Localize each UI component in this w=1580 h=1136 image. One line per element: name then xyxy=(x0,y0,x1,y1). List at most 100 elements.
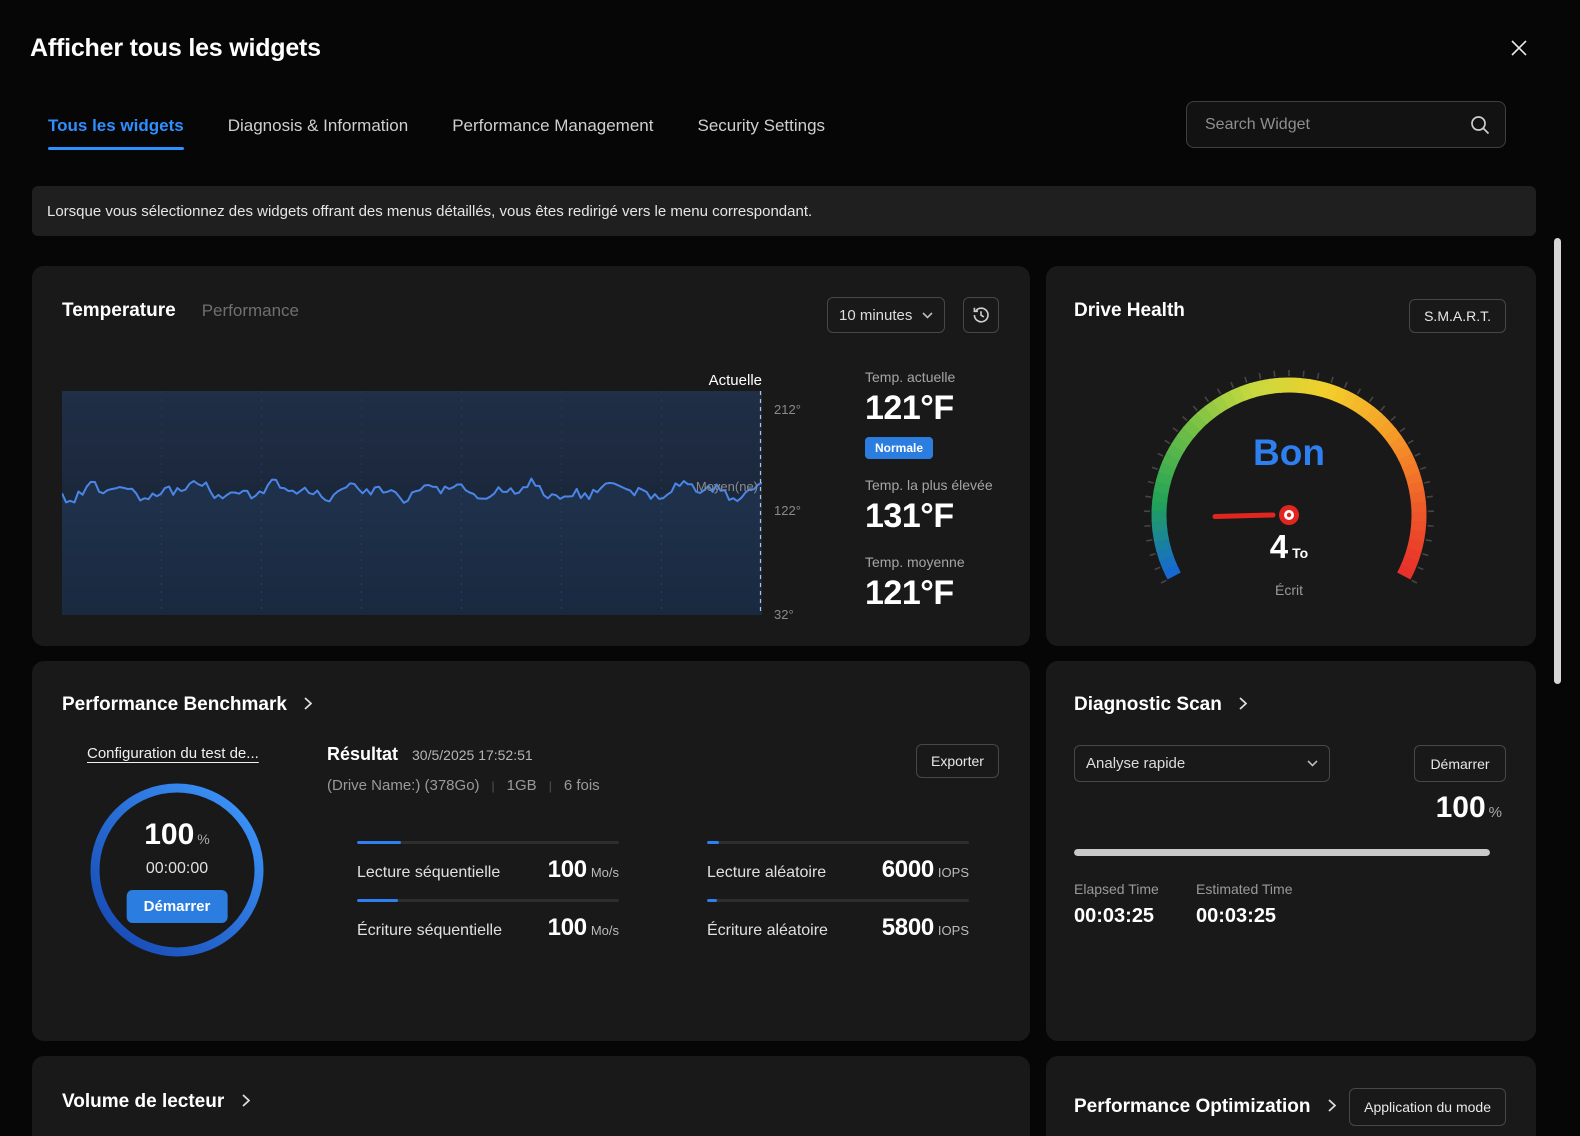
temperature-chart: Moyen(ne) xyxy=(62,391,762,615)
benchmark-start-button[interactable]: Démarrer xyxy=(127,890,228,923)
status-badge: Normale xyxy=(865,437,933,459)
estimated-time-label: Estimated Time xyxy=(1196,881,1292,897)
health-status: Bon xyxy=(1104,432,1474,474)
axis-tick: 32° xyxy=(774,607,794,622)
estimated-time-value: 00:03:25 xyxy=(1196,905,1292,928)
metric-label: Lecture aléatoire xyxy=(707,864,826,882)
metric-bar xyxy=(357,899,619,902)
optimization-title[interactable]: Performance Optimization xyxy=(1074,1096,1336,1118)
close-icon[interactable] xyxy=(1503,32,1535,64)
metric-value: 100 xyxy=(548,914,587,941)
export-button[interactable]: Exporter xyxy=(916,744,999,778)
result-datetime: 30/5/2025 17:52:51 xyxy=(412,747,533,763)
diagnostic-progress-unit: % xyxy=(1489,804,1502,821)
benchmark-progress: 100% xyxy=(87,818,267,852)
result-header: Résultat 30/5/2025 17:52:51 xyxy=(327,744,533,765)
tab-performance-management[interactable]: Performance Management xyxy=(452,116,653,150)
metric-sequential-write: Écriture séquentielle 100Mo/s xyxy=(357,899,619,942)
drive-info: (Drive Name:) (378Go) xyxy=(327,777,480,794)
benchmark-title-label: Performance Benchmark xyxy=(62,694,287,715)
optimization-title-label: Performance Optimization xyxy=(1074,1096,1311,1117)
mode-application-button[interactable]: Application du mode xyxy=(1349,1088,1506,1126)
scan-type-value: Analyse rapide xyxy=(1086,755,1185,772)
temperature-title[interactable]: Temperature xyxy=(62,300,176,322)
elapsed-time-label: Elapsed Time xyxy=(1074,881,1159,897)
chevron-right-icon xyxy=(1239,694,1247,716)
metric-bar xyxy=(707,899,969,902)
diagnostic-progress-bar xyxy=(1074,849,1490,856)
info-banner-text: Lorsque vous sélectionnez des widgets of… xyxy=(47,203,812,220)
tab-security-settings[interactable]: Security Settings xyxy=(697,116,825,150)
diagnostic-start-button[interactable]: Démarrer xyxy=(1414,745,1506,782)
page-title: Afficher tous les widgets xyxy=(30,34,321,63)
test-config-link[interactable]: Configuration du test de... xyxy=(87,745,259,762)
estimated-time: Estimated Time 00:03:25 xyxy=(1196,881,1292,928)
benchmark-timer: 00:00:00 xyxy=(87,860,267,878)
performance-benchmark-widget: Performance Benchmark Configuration du t… xyxy=(32,661,1030,1041)
info-banner: Lorsque vous sélectionnez des widgets of… xyxy=(32,186,1536,236)
written-value: 4 xyxy=(1270,528,1288,565)
scan-type-select[interactable]: Analyse rapide xyxy=(1074,745,1330,782)
performance-optimization-widget: Performance Optimization Application du … xyxy=(1046,1056,1536,1136)
current-marker-label: Actuelle xyxy=(704,372,762,389)
test-count: 6 fois xyxy=(564,777,600,794)
current-temp-value: 121°F xyxy=(865,389,1015,428)
smart-button[interactable]: S.M.A.R.T. xyxy=(1409,299,1506,333)
tab-label: Tous les widgets xyxy=(48,116,184,135)
highest-temp-label: Temp. la plus élevée xyxy=(865,477,1015,493)
diagnostic-progress: 100% xyxy=(1436,791,1502,825)
chevron-right-icon xyxy=(1328,1096,1336,1118)
tab-bar: Tous les widgets Diagnosis & Information… xyxy=(48,116,825,150)
search-input[interactable] xyxy=(1187,102,1505,147)
drive-health-widget: Drive Health S.M.A.R.T. Bon 4To Écrit xyxy=(1046,266,1536,646)
tab-tous-les-widgets[interactable]: Tous les widgets xyxy=(48,116,184,150)
metric-bar xyxy=(357,841,619,844)
average-temp-value: 121°F xyxy=(865,574,1015,613)
result-label: Résultat xyxy=(327,744,398,765)
volume-title[interactable]: Volume de lecteur xyxy=(62,1091,250,1113)
drive-health-title: Drive Health xyxy=(1074,300,1185,322)
search-icon[interactable] xyxy=(1469,114,1491,141)
temperature-line-chart xyxy=(62,391,762,615)
metric-label: Lecture séquentielle xyxy=(357,864,500,882)
diagnostic-title[interactable]: Diagnostic Scan xyxy=(1074,694,1247,716)
widget-search-box xyxy=(1186,101,1506,148)
drive-health-gauge: Bon 4To Écrit xyxy=(1104,360,1474,646)
chevron-down-icon xyxy=(1307,760,1318,767)
metric-bar xyxy=(707,841,969,844)
scrollbar-thumb[interactable] xyxy=(1554,238,1561,684)
temperature-performance-tab[interactable]: Performance xyxy=(202,301,299,321)
interval-select[interactable]: 10 minutes xyxy=(827,297,945,333)
elapsed-time-value: 00:03:25 xyxy=(1074,905,1159,928)
test-size: 1GB xyxy=(507,777,537,794)
benchmark-title[interactable]: Performance Benchmark xyxy=(62,694,312,716)
metric-value: 100 xyxy=(548,856,587,883)
tab-label: Performance Management xyxy=(452,116,653,135)
current-temp-label: Temp. actuelle xyxy=(865,369,1015,385)
chevron-down-icon xyxy=(922,312,933,319)
benchmark-progress-unit: % xyxy=(197,831,209,847)
metric-unit: Mo/s xyxy=(591,865,619,880)
average-marker-label: Moyen(ne) xyxy=(696,479,758,494)
tab-diagnosis-information[interactable]: Diagnosis & Information xyxy=(228,116,408,150)
history-icon[interactable] xyxy=(963,297,999,333)
metric-value: 6000 xyxy=(882,856,934,883)
average-temp-label: Temp. moyenne xyxy=(865,554,1015,570)
axis-tick: 212° xyxy=(774,402,801,417)
tab-label: Security Settings xyxy=(697,116,825,135)
benchmark-progress-ring: 100% 00:00:00 Démarrer xyxy=(87,780,267,960)
separator: | xyxy=(549,779,552,793)
metric-sequential-read: Lecture séquentielle 100 Mo/s xyxy=(357,841,619,884)
volume-title-label: Volume de lecteur xyxy=(62,1091,224,1112)
metric-unit: IOPS xyxy=(938,923,969,938)
metric-random-write: Écriture aléatoire 5800IOPS xyxy=(707,899,969,942)
metric-label: Écriture aléatoire xyxy=(707,922,828,940)
diagnostic-scan-widget: Diagnostic Scan Analyse rapide Démarrer … xyxy=(1046,661,1536,1041)
temperature-stats: Temp. actuelle 121°F Normale Temp. la pl… xyxy=(865,369,1015,613)
written-unit: To xyxy=(1292,545,1308,561)
diagnostic-title-label: Diagnostic Scan xyxy=(1074,694,1222,715)
metric-random-read: Lecture aléatoire 6000IOPS xyxy=(707,841,969,884)
temperature-widget: Temperature Performance 10 minutes Actue… xyxy=(32,266,1030,646)
chevron-right-icon xyxy=(304,694,312,716)
tab-label: Diagnosis & Information xyxy=(228,116,408,135)
